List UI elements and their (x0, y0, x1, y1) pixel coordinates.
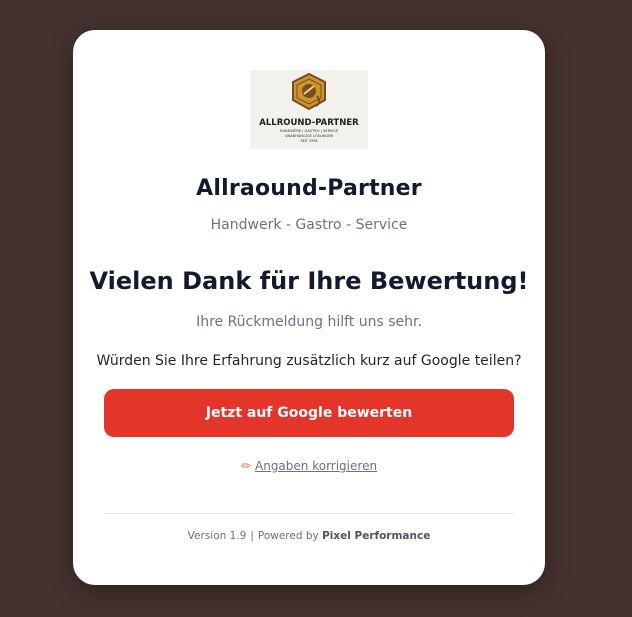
company-logo: ALLROUND-PARTNER HANDWERK | GASTRO | SER… (250, 70, 368, 149)
thanks-subtitle: Ihre Rückmeldung hilft uns sehr. (196, 314, 422, 330)
brand-tagline: Handwerk - Gastro - Service (210, 217, 408, 233)
brand-name: Allraound-Partner (196, 176, 422, 201)
google-share-question: Würden Sie Ihre Erfahrung zusätzlich kur… (96, 353, 522, 369)
rating-card: ALLROUND-PARTNER HANDWERK | GASTRO | SER… (73, 30, 545, 585)
edit-details-label: Angaben korrigieren (255, 459, 378, 473)
google-review-button[interactable]: Jetzt auf Google bewerten (104, 389, 514, 437)
logo-line3: SEIT 1996 (300, 139, 317, 143)
logo-line1: HANDWERK | GASTRO | SERVICE (280, 129, 339, 133)
logo-line2: UNABHÄNGIGE LÖSUNGEN (285, 133, 333, 138)
powered-by-company: Pixel Performance (322, 530, 431, 542)
pencil-icon: ✏ (240, 459, 251, 473)
edit-details-link[interactable]: ✏ Angaben korrigieren (73, 459, 545, 473)
version-text: Version 1.9 (187, 530, 247, 542)
thanks-title: Vielen Dank für Ihre Bewertung! (89, 267, 529, 295)
powered-by-text: Powered by (257, 530, 319, 542)
logo-title: ALLROUND-PARTNER (259, 118, 359, 128)
divider (104, 513, 514, 514)
footer: Version 1.9 | Powered by Pixel Performance (73, 530, 545, 542)
footer-separator: | (250, 530, 254, 542)
